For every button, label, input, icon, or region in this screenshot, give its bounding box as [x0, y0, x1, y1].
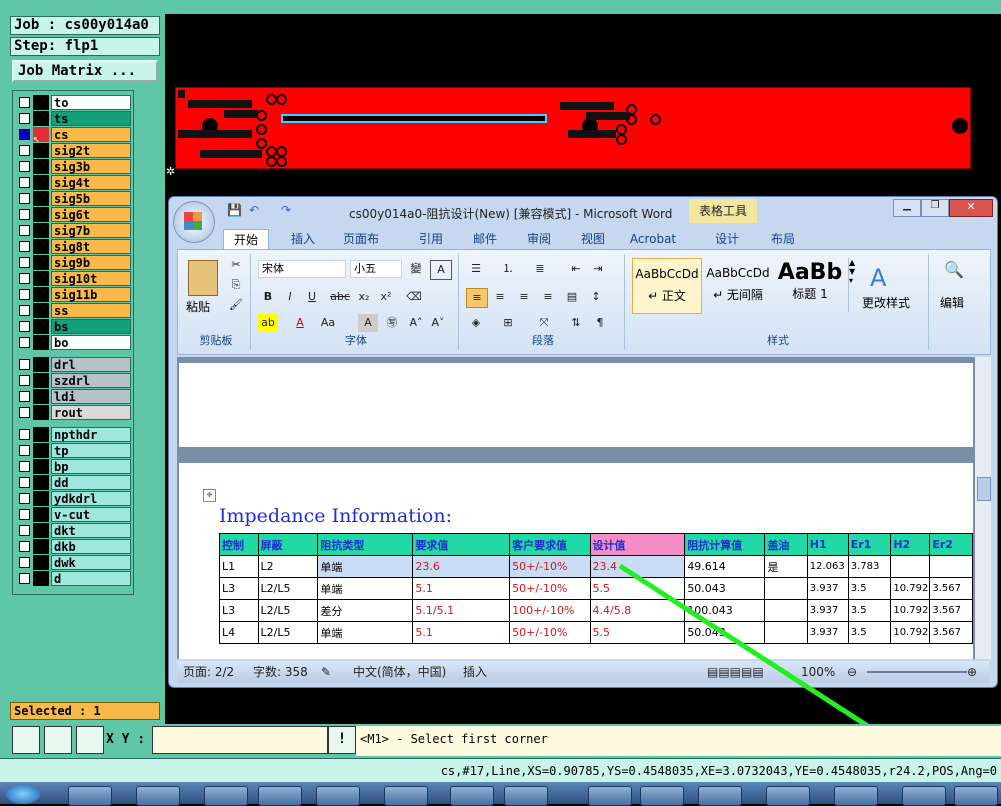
annotation-arrow	[618, 563, 920, 760]
taskbar-app[interactable]	[954, 786, 998, 806]
xy-label: X Y :	[106, 732, 146, 747]
taskbar-app[interactable]	[640, 786, 684, 806]
start-button[interactable]	[6, 784, 40, 804]
grid-icon[interactable]	[76, 726, 104, 754]
taskbar-app[interactable]	[68, 786, 112, 806]
taskbar-app[interactable]	[204, 786, 248, 806]
taskbar-app[interactable]	[588, 786, 632, 806]
status-bar: cs,#17,Line,XS=0.90785,YS=0.4548035,XE=3…	[0, 758, 1001, 782]
measure-icon[interactable]	[44, 726, 72, 754]
taskbar-app[interactable]	[258, 786, 302, 806]
bang-button[interactable]: !	[328, 726, 356, 754]
taskbar-app[interactable]	[316, 786, 360, 806]
taskbar-app[interactable]	[902, 786, 946, 806]
taskbar-app[interactable]	[698, 786, 742, 806]
taskbar-app[interactable]	[834, 786, 878, 806]
taskbar-app[interactable]	[450, 786, 494, 806]
taskbar-app[interactable]	[136, 786, 180, 806]
zoom-box-icon[interactable]	[12, 726, 40, 754]
taskbar-app[interactable]	[766, 786, 810, 806]
taskbar-app[interactable]	[504, 786, 548, 806]
taskbar-app[interactable]	[384, 786, 428, 806]
taskbar	[0, 782, 1001, 806]
xy-input[interactable]	[152, 726, 328, 754]
command-bar: X Y : ! <M1> - Select first corner	[0, 724, 1001, 758]
command-prompt: <M1> - Select first corner	[356, 726, 1001, 756]
